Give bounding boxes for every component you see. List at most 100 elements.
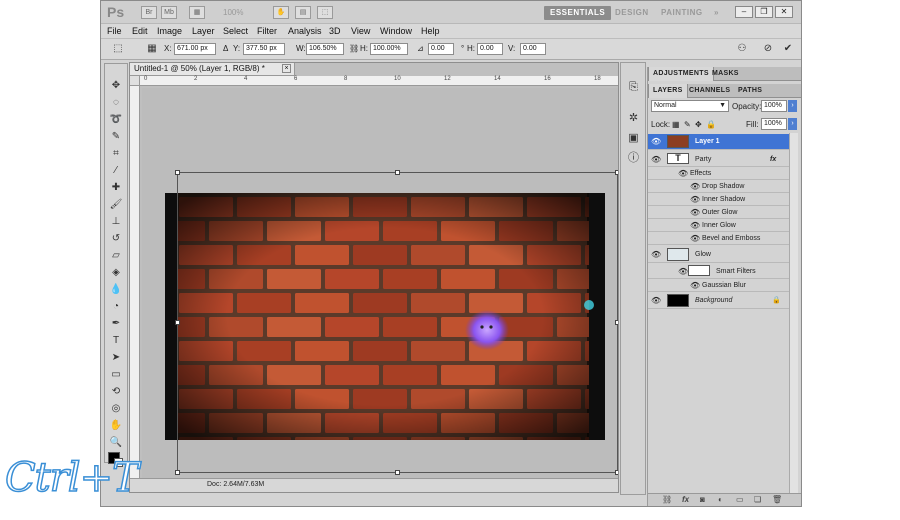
3d-rotate-tool-icon[interactable]: ⟲	[107, 385, 125, 399]
history-panel-icon[interactable]: ⎘	[626, 80, 641, 95]
handle-top-right[interactable]	[615, 170, 618, 175]
handle-top[interactable]	[395, 170, 400, 175]
menu-select[interactable]: Select	[223, 26, 248, 36]
menu-edit[interactable]: Edit	[132, 26, 148, 36]
lock-position-icon[interactable]: ✥	[695, 120, 702, 129]
hand-tool-icon[interactable]: ✋	[273, 6, 289, 19]
fill-field[interactable]: 100%	[761, 118, 787, 130]
tab-masks[interactable]: MASKS	[708, 67, 743, 81]
effect-row[interactable]: 👁 Outer Glow	[648, 206, 789, 219]
smart-filters-row[interactable]: 👁 Smart Filters	[648, 264, 789, 279]
warp-mode-icon[interactable]: ⚇	[735, 42, 749, 56]
close-icon[interactable]: ✕	[775, 6, 793, 18]
pen-tool-icon[interactable]: ✒	[107, 317, 125, 331]
fill-slider-arrow-icon[interactable]: ›	[788, 118, 797, 130]
handle-top-left[interactable]	[175, 170, 180, 175]
visibility-eye-icon[interactable]: 👁	[651, 134, 661, 150]
layers-scrollbar[interactable]	[789, 133, 798, 503]
handle-right[interactable]	[615, 320, 618, 325]
tab-layers[interactable]: LAYERS	[648, 84, 688, 98]
layer-row[interactable]: 👁 Background 🔒	[648, 293, 789, 309]
minimize-icon[interactable]: –	[735, 6, 753, 18]
vertical-ruler[interactable]	[130, 86, 140, 492]
add-style-icon[interactable]: fx	[682, 495, 689, 504]
shape-tool-icon[interactable]: ▭	[107, 368, 125, 382]
mini-bridge-icon[interactable]: Mb	[161, 6, 177, 19]
blur-tool-icon[interactable]: 💧	[107, 283, 125, 297]
lock-pixels-icon[interactable]: ✎	[684, 120, 691, 129]
handle-bottom-right[interactable]	[615, 470, 618, 475]
eyedropper-tool-icon[interactable]: ⁄	[107, 164, 125, 178]
rotation-field[interactable]: 0.00	[428, 43, 454, 55]
menu-help[interactable]: Help	[421, 26, 440, 36]
new-layer-icon[interactable]: ❏	[754, 495, 761, 504]
history-brush-tool-icon[interactable]: ↺	[107, 232, 125, 246]
adjustment-layer-icon[interactable]: ◐	[718, 495, 723, 504]
gradient-tool-icon[interactable]: ◈	[107, 266, 125, 280]
height-percent-field[interactable]: 100.00%	[370, 43, 408, 55]
view-extras-icon[interactable]: ▦	[189, 6, 205, 19]
workspace-painting[interactable]: PAINTING	[655, 6, 709, 20]
width-percent-field[interactable]: 106.50%	[306, 43, 344, 55]
layer-row[interactable]: 👁 Glow	[648, 247, 789, 263]
visibility-eye-icon[interactable]: 👁	[690, 180, 700, 193]
visibility-eye-icon[interactable]: 👁	[690, 279, 700, 292]
menu-3d[interactable]: 3D	[329, 26, 341, 36]
handle-bottom-left[interactable]	[175, 470, 180, 475]
opacity-slider-arrow-icon[interactable]: ›	[788, 100, 797, 112]
delete-layer-icon[interactable]: 🗑	[772, 495, 782, 504]
tab-adjustments[interactable]: ADJUSTMENTS	[648, 67, 714, 81]
info-panel-icon[interactable]: ⓘ	[626, 151, 641, 166]
canvas-area[interactable]	[142, 88, 618, 491]
quick-select-tool-icon[interactable]: ✎	[107, 130, 125, 144]
menu-view[interactable]: View	[351, 26, 370, 36]
visibility-eye-icon[interactable]: 👁	[678, 167, 688, 180]
tab-channels[interactable]: CHANNELS	[685, 84, 734, 98]
cancel-transform-icon[interactable]: ⊘	[761, 42, 775, 56]
menu-image[interactable]: Image	[157, 26, 182, 36]
visibility-eye-icon[interactable]: 👁	[690, 219, 700, 232]
lock-transparency-icon[interactable]: ▦	[672, 120, 680, 129]
document-size-status[interactable]: Doc: 2.64M/7.63M	[207, 481, 264, 488]
ruler-origin[interactable]	[130, 76, 140, 86]
y-position-field[interactable]: 377.50 px	[243, 43, 285, 55]
document-tab[interactable]: Untitled-1 @ 50% (Layer 1, RGB/8) * ×	[130, 63, 295, 76]
x-position-field[interactable]: 671.00 px	[174, 43, 216, 55]
transform-tool-icon[interactable]: ⬚	[111, 42, 125, 56]
restore-icon[interactable]: ❐	[755, 6, 773, 18]
visibility-eye-icon[interactable]: 👁	[690, 206, 700, 219]
handle-left[interactable]	[175, 320, 180, 325]
effect-row[interactable]: 👁 Inner Glow	[648, 219, 789, 232]
blend-mode-select[interactable]: Normal ▼	[651, 100, 729, 112]
path-selection-tool-icon[interactable]: ➤	[107, 351, 125, 365]
workspace-design[interactable]: DESIGN	[609, 6, 655, 20]
layer-effects-icon[interactable]: fx	[770, 152, 776, 167]
v-skew-field[interactable]: 0.00	[520, 43, 546, 55]
visibility-eye-icon[interactable]: 👁	[690, 193, 700, 206]
clone-stamp-tool-icon[interactable]: ⊥	[107, 215, 125, 229]
effects-row[interactable]: 👁 Effects	[648, 167, 789, 180]
lasso-tool-icon[interactable]: ➰	[107, 113, 125, 127]
transform-bounding-box[interactable]	[175, 170, 618, 475]
effect-row[interactable]: 👁 Inner Shadow	[648, 193, 789, 206]
menu-layer[interactable]: Layer	[192, 26, 215, 36]
handle-bottom[interactable]	[395, 470, 400, 475]
visibility-eye-icon[interactable]: 👁	[678, 264, 688, 279]
layer-row[interactable]: 👁 T Party fx	[648, 152, 789, 167]
brush-tool-icon[interactable]: 🖌	[107, 198, 125, 212]
3d-orbit-tool-icon[interactable]: ◎	[107, 402, 125, 416]
bridge-icon[interactable]: Br	[141, 6, 157, 19]
horizontal-ruler[interactable]: 0 2 4 6 8 10 12 14 16 18	[140, 76, 618, 86]
hand-tool-icon[interactable]: ✋	[107, 419, 125, 433]
layer-row[interactable]: 👁 Layer 1	[648, 134, 789, 150]
actions-panel-icon[interactable]: ✲	[626, 111, 641, 126]
type-tool-icon[interactable]: T	[107, 334, 125, 348]
close-document-icon[interactable]: ×	[282, 64, 291, 73]
opacity-field[interactable]: 100%	[761, 100, 787, 112]
menu-file[interactable]: File	[107, 26, 122, 36]
move-tool-icon[interactable]: ✥	[107, 79, 125, 93]
eraser-tool-icon[interactable]: ▱	[107, 249, 125, 263]
filter-row[interactable]: 👁 Gaussian Blur	[648, 279, 789, 292]
menu-window[interactable]: Window	[380, 26, 412, 36]
screen-mode-icon[interactable]: ⬚	[317, 6, 333, 19]
